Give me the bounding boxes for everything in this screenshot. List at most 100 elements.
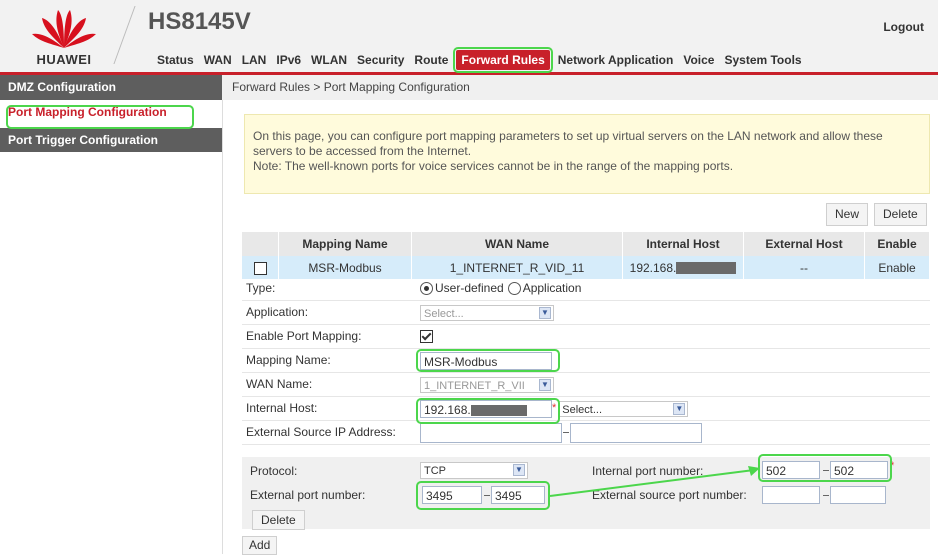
- add-button[interactable]: Add: [242, 536, 278, 555]
- wan-name-label: WAN Name:: [246, 377, 313, 391]
- nav-forward-rules[interactable]: Forward Rules: [453, 47, 553, 73]
- col-enable: Enable: [864, 232, 930, 256]
- type-label: Type:: [246, 281, 276, 295]
- protocol-label: Protocol:: [250, 464, 298, 478]
- wan-name-row: WAN Name: 1_INTERNET_R_VII ▼: [242, 373, 930, 397]
- nav-ipv6[interactable]: IPv6: [271, 50, 306, 70]
- user-defined-radio[interactable]: [420, 282, 433, 295]
- row-checkbox-cell: [242, 256, 279, 279]
- redacted-block: [676, 262, 737, 275]
- sidebar-item-dmz[interactable]: DMZ Configuration: [0, 75, 222, 100]
- ext-src-ip-end-input[interactable]: [570, 422, 702, 443]
- sidebar-item-port-mapping[interactable]: Port Mapping Configuration: [0, 100, 222, 129]
- internal-host-row: Internal Host: 192.168. * Select... ▼: [242, 397, 930, 421]
- user-defined-label: User-defined: [435, 281, 504, 295]
- header-divider: [113, 6, 136, 64]
- new-button[interactable]: New: [826, 203, 869, 226]
- application-label: Application:: [246, 305, 309, 319]
- range-dash: [823, 495, 829, 496]
- nav-wlan[interactable]: WLAN: [306, 50, 352, 70]
- nav-route[interactable]: Route: [409, 50, 453, 70]
- highlight-mapping-name: [416, 349, 560, 372]
- note-line-1: On this page, you can configure port map…: [253, 129, 883, 143]
- col-wan-name: WAN Name: [411, 232, 623, 256]
- cell-external-host: --: [743, 256, 865, 279]
- col-external-host: External Host: [743, 232, 865, 256]
- application-select-value: Select...: [424, 307, 464, 320]
- highlight-internal-host: [416, 398, 560, 424]
- nav-system-tools[interactable]: System Tools: [719, 50, 806, 70]
- protocol-select-value: TCP: [424, 465, 446, 477]
- ext-src-ip-label: External Source IP Address:: [246, 425, 396, 439]
- table-row[interactable]: MSR-Modbus 1_INTERNET_R_VID_11 192.168. …: [242, 256, 930, 279]
- logout-link[interactable]: Logout: [883, 20, 924, 34]
- sidebar-item-port-trigger[interactable]: Port Trigger Configuration: [0, 128, 222, 152]
- chevron-down-icon: ▼: [513, 464, 525, 476]
- select-all-header: [242, 232, 279, 256]
- device-model: HS8145V: [148, 8, 251, 35]
- mapping-name-label: Mapping Name:: [246, 353, 331, 367]
- header: HUAWEI HS8145V Logout Status WAN LAN IPv…: [0, 0, 938, 75]
- cell-wan-name: 1_INTERNET_R_VID_11: [411, 256, 623, 279]
- range-dash: [563, 432, 569, 433]
- huawei-logo: HUAWEI: [14, 4, 114, 68]
- brand-name: HUAWEI: [36, 52, 92, 67]
- protocol-select[interactable]: TCP ▼: [420, 462, 528, 479]
- chevron-down-icon: ▼: [673, 402, 686, 415]
- chevron-down-icon: ▼: [539, 306, 551, 319]
- application-select[interactable]: Select... ▼: [420, 304, 554, 321]
- mapping-name-row: Mapping Name: MSR-Modbus: [242, 349, 930, 373]
- internal-host-select-value: Select...: [562, 403, 603, 416]
- ext-src-ip-start-input[interactable]: [420, 422, 562, 443]
- internal-host-text: 192.168.: [629, 260, 677, 275]
- note-line-3: Note: The well-known ports for voice ser…: [253, 159, 734, 173]
- col-internal-host: Internal Host: [622, 232, 744, 256]
- nav-security[interactable]: Security: [352, 50, 409, 70]
- wan-name-select[interactable]: 1_INTERNET_R_VII ▼: [420, 376, 554, 393]
- application-radio[interactable]: [507, 282, 521, 295]
- arrow-annotation: [549, 466, 760, 497]
- application-row: Application: Select... ▼: [242, 301, 930, 325]
- internal-host-label: Internal Host:: [246, 401, 318, 415]
- cell-enable: Enable: [864, 256, 930, 279]
- row-checkbox[interactable]: [253, 261, 267, 275]
- huawei-flower-icon: [32, 10, 96, 48]
- chevron-down-icon: ▼: [539, 378, 551, 391]
- enable-checkbox[interactable]: [420, 330, 433, 343]
- external-source-port-start-input[interactable]: [762, 486, 820, 504]
- highlight-box: [6, 105, 194, 129]
- nav-status[interactable]: Status: [152, 50, 199, 70]
- nav-voice[interactable]: Voice: [678, 50, 719, 70]
- type-options: User-defined Application: [420, 277, 581, 300]
- col-mapping-name: Mapping Name: [278, 232, 412, 256]
- delete-row-button[interactable]: Delete: [252, 510, 305, 530]
- mapping-form: Type: User-defined Application Applicati…: [242, 277, 930, 445]
- note-line-2: servers to be accessed from the Internet…: [253, 144, 472, 158]
- highlight-external-port: [416, 481, 550, 510]
- application-radio-label: Application: [522, 281, 582, 295]
- type-row: Type: User-defined Application: [242, 277, 930, 301]
- cell-mapping-name: MSR-Modbus: [278, 256, 412, 279]
- delete-button[interactable]: Delete: [874, 203, 927, 226]
- ext-src-ip-field: [420, 421, 702, 444]
- mapping-table: Mapping Name WAN Name Internal Host Exte…: [242, 232, 930, 279]
- table-actions: New Delete: [826, 203, 927, 226]
- ext-src-ip-row: External Source IP Address:: [242, 421, 930, 445]
- sidebar: DMZ Configuration Port Mapping Configura…: [0, 75, 223, 554]
- nav-wan[interactable]: WAN: [199, 50, 237, 70]
- highlight-internal-port: [758, 454, 892, 482]
- wan-name-field: 1_INTERNET_R_VII ▼: [420, 373, 554, 396]
- internal-host-select[interactable]: Select... ▼: [558, 400, 689, 417]
- breadcrumb: Forward Rules > Port Mapping Configurati…: [222, 75, 938, 100]
- nav-network-application[interactable]: Network Application: [553, 50, 679, 70]
- enable-row: Enable Port Mapping:: [242, 325, 930, 349]
- table-header-row: Mapping Name WAN Name Internal Host Exte…: [242, 232, 930, 256]
- info-note: On this page, you can configure port map…: [244, 114, 930, 194]
- top-nav: Status WAN LAN IPv6 WLAN Security Route …: [152, 47, 807, 73]
- enable-label: Enable Port Mapping:: [246, 329, 362, 343]
- nav-lan[interactable]: LAN: [237, 50, 272, 70]
- enable-field: [420, 325, 433, 348]
- cell-internal-host: 192.168.: [622, 256, 744, 279]
- wan-name-select-value: 1_INTERNET_R_VII: [424, 379, 525, 392]
- external-source-port-end-input[interactable]: [830, 486, 886, 504]
